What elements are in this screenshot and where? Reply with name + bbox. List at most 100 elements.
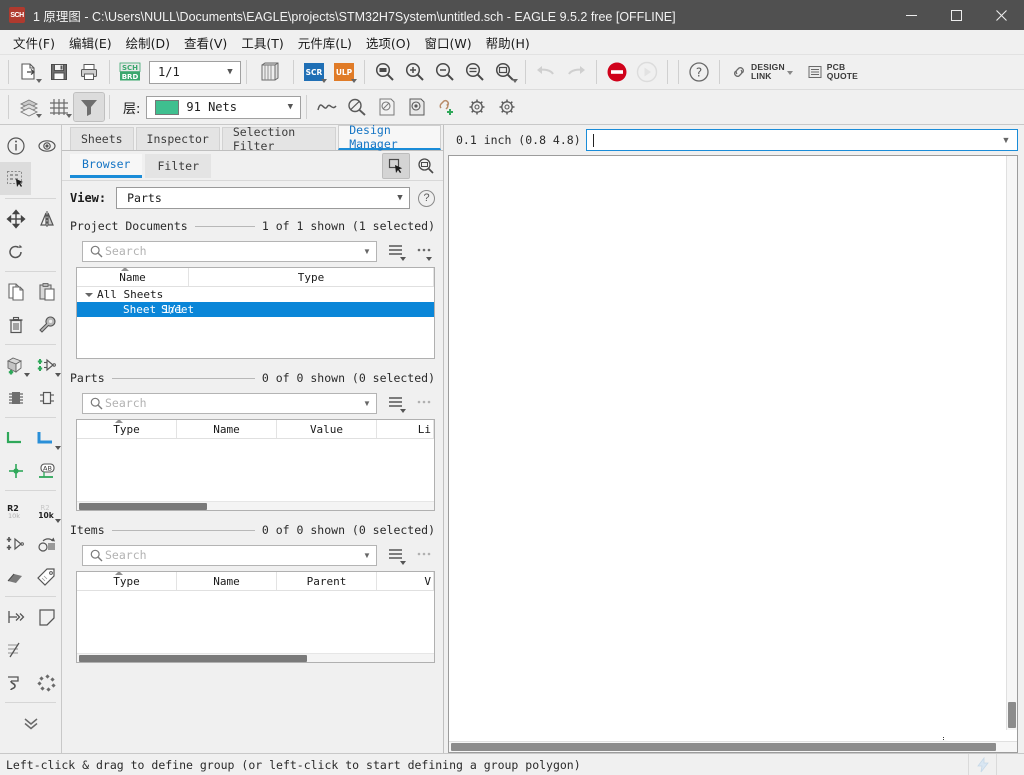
- help-icon[interactable]: ?: [418, 189, 435, 207]
- search-input[interactable]: [105, 548, 360, 562]
- chevron-down-icon[interactable]: [786, 68, 795, 76]
- tool-paste-icon[interactable]: [31, 275, 61, 308]
- chevron-down-icon[interactable]: [36, 114, 42, 118]
- layers-icon[interactable]: [14, 93, 44, 121]
- more-options-icon[interactable]: [413, 392, 435, 414]
- chevron-down-icon[interactable]: [512, 79, 518, 83]
- grid-icon[interactable]: [44, 93, 74, 121]
- sch-brd-switch-icon[interactable]: SCH BRD: [115, 58, 145, 86]
- horizontal-scrollbar[interactable]: [77, 501, 434, 510]
- column-header-type[interactable]: Type: [189, 268, 434, 286]
- scrollbar-thumb[interactable]: [79, 655, 307, 662]
- tool-polygon-icon[interactable]: [31, 600, 61, 633]
- tool-mirror-icon[interactable]: [31, 202, 61, 235]
- search-input-wrap[interactable]: ▼: [82, 544, 377, 566]
- table-row[interactable]: All Sheets: [77, 287, 434, 302]
- board-sync-off-icon[interactable]: [372, 93, 402, 121]
- pcb-quote-button[interactable]: PCB QUOTE: [801, 61, 864, 84]
- open-file-icon[interactable]: [14, 58, 44, 86]
- chevron-down-icon[interactable]: [55, 373, 61, 377]
- chevron-down-icon[interactable]: [36, 79, 42, 83]
- search-input[interactable]: [105, 396, 360, 410]
- column-header-name[interactable]: Name: [177, 420, 277, 438]
- column-header-value[interactable]: Value: [277, 420, 377, 438]
- menu-tools[interactable]: 工具(T): [234, 30, 290, 55]
- chevron-down-icon[interactable]: ▼: [360, 399, 374, 408]
- scrollbar-thumb[interactable]: [451, 743, 996, 751]
- scrollbar-thumb[interactable]: [1008, 702, 1016, 728]
- tool-info-icon[interactable]: [0, 129, 31, 162]
- help-icon[interactable]: ?: [684, 58, 714, 86]
- menu-options[interactable]: 选项(O): [359, 30, 418, 55]
- chevron-down-icon[interactable]: [426, 257, 432, 261]
- library-icon[interactable]: [252, 58, 288, 86]
- tool-add-gate-icon[interactable]: [31, 348, 61, 381]
- board-sync-on-icon[interactable]: [402, 93, 432, 121]
- add-link-icon[interactable]: [432, 93, 462, 121]
- items-grid[interactable]: Type Name Parent V: [76, 571, 435, 663]
- chevron-down-icon[interactable]: [66, 114, 72, 118]
- tool-value-icon[interactable]: R2 10k: [31, 494, 61, 527]
- tab-sheets[interactable]: Sheets: [70, 127, 134, 150]
- design-link-button[interactable]: DESIGN LINK: [725, 61, 801, 84]
- print-icon[interactable]: [74, 58, 104, 86]
- column-header-type[interactable]: Type: [77, 420, 177, 438]
- column-header-value[interactable]: V: [377, 572, 434, 590]
- ulp-program-icon[interactable]: ULP: [329, 58, 359, 86]
- layer-combo[interactable]: 91 Nets ▼: [146, 95, 302, 119]
- tool-add-part-icon[interactable]: [0, 348, 31, 381]
- column-settings-icon[interactable]: [383, 240, 407, 262]
- save-icon[interactable]: [44, 58, 74, 86]
- tool-smash-icon[interactable]: [0, 560, 31, 593]
- column-header-name[interactable]: Name: [77, 268, 189, 286]
- column-header-type[interactable]: Type: [77, 572, 177, 590]
- command-input[interactable]: [594, 133, 997, 147]
- vertical-scrollbar[interactable]: [1006, 156, 1017, 730]
- zoom-select-icon[interactable]: [490, 58, 520, 86]
- menu-help[interactable]: 帮助(H): [479, 30, 537, 55]
- gear-settings-icon[interactable]: [492, 93, 522, 121]
- tool-junction-icon[interactable]: [0, 454, 31, 487]
- chevron-down-icon[interactable]: [400, 257, 406, 261]
- subtab-browser[interactable]: Browser: [70, 153, 143, 178]
- chevron-down-icon[interactable]: [321, 79, 327, 83]
- chevron-down-icon[interactable]: ▼: [360, 247, 374, 256]
- chevron-down-icon[interactable]: [351, 79, 357, 83]
- parts-grid[interactable]: Type Name Value Li: [76, 419, 435, 511]
- tree-twisty-icon[interactable]: [85, 292, 93, 297]
- tool-change-wrench-icon[interactable]: [31, 308, 61, 341]
- menu-library[interactable]: 元件库(L): [291, 30, 359, 55]
- table-row[interactable]: Sheet 1/1 Sheet: [77, 302, 434, 317]
- schematic-canvas[interactable]: [449, 156, 1017, 741]
- zoom-to-selection-icon[interactable]: [413, 154, 439, 178]
- column-header-library[interactable]: Li: [377, 420, 434, 438]
- tool-copy-icon[interactable]: [0, 275, 31, 308]
- scr-script-icon[interactable]: SCR: [299, 58, 329, 86]
- tool-gateswap-icon[interactable]: [31, 381, 61, 414]
- search-input-wrap[interactable]: ▼: [82, 240, 377, 262]
- command-line[interactable]: ▼: [586, 129, 1018, 151]
- subtab-filter[interactable]: Filter: [145, 153, 212, 178]
- tool-show-icon[interactable]: [31, 129, 61, 162]
- horizontal-scrollbar[interactable]: [449, 741, 1017, 752]
- tab-inspector[interactable]: Inspector: [135, 127, 220, 150]
- minimize-button[interactable]: [889, 0, 934, 30]
- tool-net-icon[interactable]: [0, 421, 31, 454]
- tool-bus-icon[interactable]: [31, 421, 61, 454]
- more-options-icon[interactable]: [413, 544, 435, 566]
- tool-rail-expand-button[interactable]: [0, 706, 61, 739]
- column-header-parent[interactable]: Parent: [277, 572, 377, 590]
- menu-edit[interactable]: 编辑(E): [62, 30, 119, 55]
- erc-check-icon[interactable]: [342, 93, 372, 121]
- column-settings-icon[interactable]: [383, 544, 407, 566]
- search-input-wrap[interactable]: ▼: [82, 392, 377, 414]
- sheet-selector-combo[interactable]: 1/1 ▼: [149, 60, 241, 84]
- chevron-down-icon[interactable]: [400, 561, 406, 565]
- tool-attribute-icon[interactable]: [31, 560, 61, 593]
- search-input[interactable]: [105, 244, 360, 258]
- tab-design-manager[interactable]: Design Manager: [338, 123, 441, 151]
- maximize-button[interactable]: [934, 0, 979, 30]
- chevron-down-icon[interactable]: [55, 446, 61, 450]
- select-mode-icon[interactable]: [382, 152, 410, 179]
- chevron-down-icon[interactable]: ▼: [360, 551, 374, 560]
